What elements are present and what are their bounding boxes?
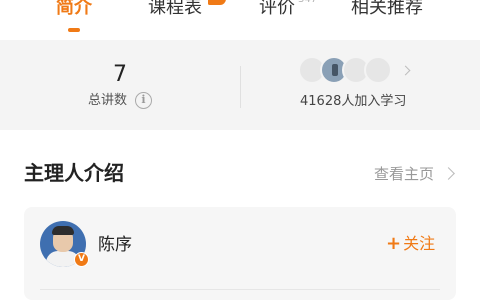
lecture-count: 7 bbox=[113, 62, 127, 87]
tab-recommendations[interactable]: 相关推荐 bbox=[351, 0, 423, 36]
verified-icon: V bbox=[74, 252, 89, 267]
view-homepage-link[interactable]: 查看主页 bbox=[374, 164, 434, 184]
tab-recommendations-label: 相关推荐 bbox=[351, 0, 423, 18]
plus-icon: + bbox=[386, 233, 402, 254]
section-title: 主理人介绍 bbox=[24, 161, 124, 185]
tab-reviews[interactable]: 评价 bbox=[259, 0, 295, 36]
tab-intro-label: 简介 bbox=[56, 0, 92, 18]
tab-course-list-label: 课程表 bbox=[148, 0, 202, 18]
follow-label: 关注 bbox=[403, 234, 436, 253]
card-divider bbox=[40, 289, 440, 290]
tab-course-list[interactable]: 课程表 bbox=[148, 0, 202, 36]
learner-avatars[interactable] bbox=[298, 56, 408, 84]
course-stats-card: 7 总讲数 i 41628人加入学习 bbox=[0, 40, 480, 130]
course-detail-page: 简介 课程表 评价 347 相关推荐 7 总讲数 i 41628人加入学习 主理… bbox=[0, 0, 480, 300]
host-card[interactable]: V 陈序 + 关注 bbox=[24, 207, 456, 300]
chevron-right-icon[interactable] bbox=[442, 167, 455, 180]
info-icon[interactable]: i bbox=[135, 92, 152, 109]
stats-divider bbox=[240, 66, 241, 108]
review-count: 347 bbox=[298, 0, 317, 6]
active-tab-indicator bbox=[68, 28, 80, 32]
tab-reviews-label: 评价 bbox=[259, 0, 295, 18]
learner-avatar bbox=[364, 56, 392, 84]
tab-update-badge bbox=[208, 0, 226, 5]
learner-count: 41628人加入学习 bbox=[300, 94, 407, 109]
lecture-count-label: 总讲数 bbox=[88, 93, 128, 108]
tab-bar: 简介 课程表 评价 347 相关推荐 bbox=[0, 0, 480, 40]
follow-button[interactable]: + 关注 bbox=[386, 233, 435, 255]
host-name[interactable]: 陈序 bbox=[98, 234, 132, 256]
